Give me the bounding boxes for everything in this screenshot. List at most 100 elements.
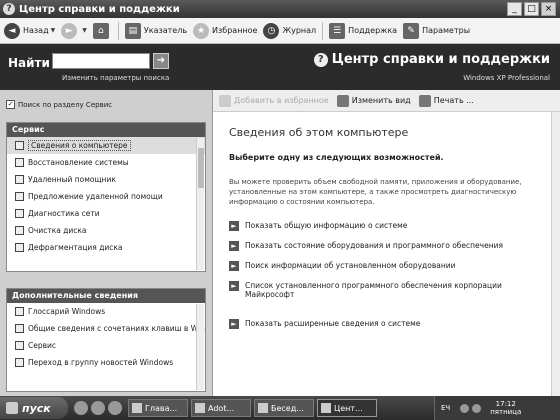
checkbox-checked-icon: ✓ — [6, 100, 15, 109]
tray-network-icon[interactable] — [460, 403, 470, 413]
service-item-system-restore[interactable]: Восстановление системы — [7, 154, 205, 171]
more-item-service[interactable]: Сервис — [7, 337, 205, 354]
back-arrow-icon: ◄ — [4, 22, 20, 39]
title-bar[interactable]: ? Центр справки и поддежки _ □ × — [0, 0, 560, 18]
clock-time: 17:12 — [495, 399, 516, 408]
system-tray: ЕЧ 17:12 пятница — [434, 396, 560, 420]
link-microsoft-software[interactable]: ► Список установленного программного обес… — [229, 281, 549, 299]
arrow-right-icon: ► — [229, 281, 239, 292]
search-in-service-checkbox[interactable]: ✓ Поиск по разделу Сервис — [6, 100, 112, 109]
book-icon: ▤ — [124, 22, 141, 39]
star-add-icon — [219, 94, 231, 107]
options-icon: ✎ — [403, 22, 420, 39]
page-icon — [15, 307, 24, 316]
brand-title: ? Центр справки и поддержки — [313, 52, 550, 67]
change-view-button[interactable]: Изменить вид — [336, 94, 411, 107]
service-panel: Сервис Сведения о компьютере Восстановле… — [6, 122, 206, 272]
content-toolbar: Добавить в избранное Изменить вид Печать… — [213, 90, 560, 112]
close-button[interactable]: × — [541, 2, 556, 16]
options-button[interactable]: ✎ Параметры — [403, 22, 470, 39]
left-pane: ✓ Поиск по разделу Сервис Сервис Сведени… — [0, 90, 212, 396]
home-button[interactable]: ⌂ — [92, 22, 112, 39]
chevron-down-icon: ▼ — [50, 27, 56, 34]
help-center-icon: ? — [313, 52, 328, 67]
page-icon — [15, 226, 24, 235]
arrow-right-icon: ► — [229, 261, 239, 272]
toolbar-separator — [117, 21, 119, 40]
content-subtitle: Выберите одну из следующих возможностей. — [229, 153, 444, 162]
application-icon — [195, 403, 205, 413]
quicklaunch-media-icon[interactable] — [91, 401, 105, 415]
arrow-right-icon: ► — [229, 241, 239, 252]
service-item-remote-assistance[interactable]: Удаленный помощник — [7, 171, 205, 188]
back-button[interactable]: ◄ Назад ▼ — [4, 22, 56, 39]
more-info-panel: Дополнительные сведения Глоссарий Window… — [6, 288, 206, 392]
support-icon: ☰ — [329, 22, 346, 39]
link-installed-hardware[interactable]: ► Поиск информации об установленном обору… — [229, 261, 549, 272]
search-input[interactable] — [52, 53, 150, 69]
tray-volume-icon[interactable] — [472, 403, 482, 413]
star-icon: ★ — [193, 22, 210, 39]
page-icon — [15, 158, 24, 167]
service-panel-scrollbar[interactable] — [196, 138, 204, 270]
more-item-newsgroups[interactable]: Переход в группу новостей Windows — [7, 354, 205, 371]
search-options-link[interactable]: Изменить параметры поиска — [62, 74, 169, 82]
link-advanced-system-info[interactable]: ► Показать расширенные сведения о системе — [229, 319, 549, 330]
page-icon — [15, 324, 24, 333]
link-hw-sw-status[interactable]: ► Показать состояние оборудования и прогр… — [229, 241, 549, 252]
service-item-computer-info[interactable]: Сведения о компьютере — [7, 137, 205, 154]
more-info-panel-title: Дополнительные сведения — [7, 289, 205, 303]
page-icon — [15, 141, 24, 150]
language-indicator[interactable]: ЕЧ — [441, 404, 450, 412]
support-button[interactable]: ☰ Поддержка — [329, 22, 397, 39]
window-title: Центр справки и поддежки — [19, 3, 180, 15]
link-general-system-info[interactable]: ► Показать общую информацию о системе — [229, 221, 549, 232]
forward-arrow-icon: ► — [61, 22, 78, 39]
taskbar-item-help-center[interactable]: Цент... — [317, 399, 377, 417]
content-body: Сведения об этом компьютере Выберите одн… — [213, 112, 560, 330]
print-button[interactable]: Печать ... — [418, 94, 474, 107]
forward-button[interactable]: ► ▼ — [61, 22, 87, 39]
quicklaunch-desktop-icon[interactable] — [108, 401, 122, 415]
toolbar-separator — [322, 21, 324, 40]
minimize-button[interactable]: _ — [507, 2, 522, 16]
search-go-button[interactable]: ➔ — [153, 53, 169, 69]
taskbar-item-chat[interactable]: Бесед... — [254, 399, 314, 417]
document-icon — [132, 403, 142, 413]
home-icon: ⌂ — [92, 22, 109, 39]
more-item-glossary[interactable]: Глоссарий Windows — [7, 303, 205, 320]
service-panel-title: Сервис — [7, 123, 205, 137]
index-button[interactable]: ▤ Указатель — [124, 22, 187, 39]
scrollbar-thumb[interactable] — [198, 148, 204, 188]
chevron-down-icon: ▼ — [82, 27, 87, 34]
service-item-disk-cleanup[interactable]: Очистка диска — [7, 222, 205, 239]
windows-edition: Windows XP Professional — [463, 74, 550, 82]
content-description: Вы можете проверить объем свободной памя… — [229, 178, 522, 206]
service-item-offer-remote-help[interactable]: Предложение удаленной помощи — [7, 188, 205, 205]
clock[interactable]: 17:12 пятница — [490, 400, 521, 417]
taskbar: пуск Глава... Adot... Бесед... Цент... Е… — [0, 396, 560, 420]
more-item-shortcuts[interactable]: Общие сведения с сочетаниях клавиш в Win… — [7, 320, 205, 337]
maximize-button[interactable]: □ — [524, 2, 539, 16]
windows-flag-icon — [6, 402, 18, 414]
taskbar-item-chapter[interactable]: Глава... — [128, 399, 188, 417]
find-label: Найти — [8, 56, 50, 70]
arrow-right-icon: ► — [229, 221, 239, 232]
start-button[interactable]: пуск — [0, 397, 68, 419]
printer-icon — [418, 94, 431, 107]
service-item-defragment[interactable]: Дефрагментация диска — [7, 239, 205, 256]
page-icon — [15, 175, 24, 184]
service-item-network-diagnostics[interactable]: Диагностика сети — [7, 205, 205, 222]
view-icon — [336, 94, 349, 107]
header-band: Найти ➔ Изменить параметры поиска ? Цент… — [0, 44, 560, 90]
arrow-right-icon: ► — [229, 319, 239, 330]
favorites-button[interactable]: ★ Избранное — [193, 22, 257, 39]
content-scrollbar[interactable] — [551, 112, 560, 396]
page-icon — [15, 243, 24, 252]
quicklaunch-browser-icon[interactable] — [74, 401, 88, 415]
more-info-scrollbar[interactable] — [196, 304, 204, 390]
add-to-favorites-button[interactable]: Добавить в избранное — [219, 94, 329, 107]
history-button[interactable]: ◷ Журнал — [263, 22, 316, 39]
page-icon — [15, 341, 24, 350]
taskbar-item-adobe[interactable]: Adot... — [191, 399, 251, 417]
